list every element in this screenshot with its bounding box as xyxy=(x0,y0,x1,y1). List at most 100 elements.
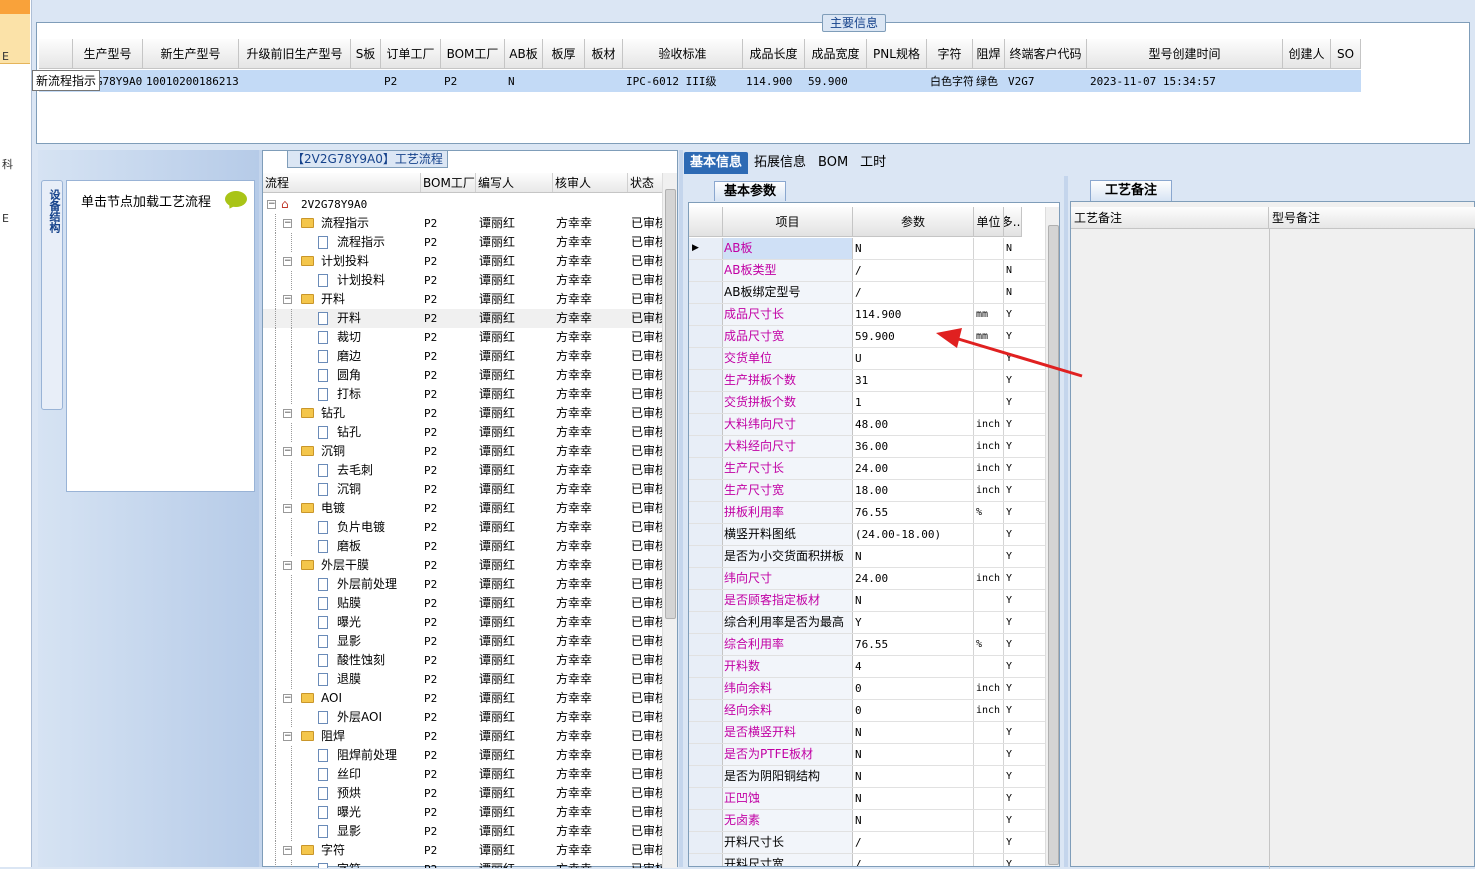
main-col-header[interactable]: BOM工厂 xyxy=(441,39,505,69)
tree-row[interactable]: 贴膜 P2 谭丽红 方幸幸 已审核 xyxy=(263,594,663,613)
param-row[interactable]: 大料经向尺寸 36.00 inch Y xyxy=(689,436,1045,458)
expand-toggle-icon[interactable]: − xyxy=(283,561,292,570)
nav-tab-active[interactable] xyxy=(0,0,30,14)
main-col-header[interactable]: 字符 xyxy=(927,39,973,69)
tree-row[interactable]: 流程指示 P2 谭丽红 方幸幸 已审核 xyxy=(263,233,663,252)
main-col-header[interactable]: 型号创建时间 xyxy=(1087,39,1283,69)
main-col-header[interactable]: 创建人 xyxy=(1283,39,1331,69)
tree-row[interactable]: − AOI P2 谭丽红 方幸幸 已审核 xyxy=(263,689,663,708)
tab-bom[interactable]: BOM xyxy=(812,152,854,174)
tree-row[interactable]: 磨边 P2 谭丽红 方幸幸 已审核 xyxy=(263,347,663,366)
param-value[interactable]: N xyxy=(853,788,974,809)
vtab-equipment[interactable]: 设备结构 xyxy=(41,180,63,410)
param-value[interactable]: 36.00 xyxy=(853,436,974,457)
tree-row[interactable]: − 沉铜 P2 谭丽红 方幸幸 已审核 xyxy=(263,442,663,461)
tree-node[interactable]: − 流程指示 xyxy=(263,214,421,233)
main-col-header[interactable]: 终端客户代码 xyxy=(1005,39,1087,69)
tree-row[interactable]: 开料 P2 谭丽红 方幸幸 已审核 xyxy=(263,309,663,328)
process-col-header[interactable]: 核审人 xyxy=(553,173,628,192)
load-process-label[interactable]: 单击节点加载工艺流程 xyxy=(81,191,211,210)
expand-toggle-icon[interactable]: − xyxy=(283,409,292,418)
param-value[interactable]: 0 xyxy=(853,700,974,721)
main-col-header[interactable]: S板 xyxy=(351,39,381,69)
tree-row[interactable]: − 字符 P2 谭丽红 方幸幸 已审核 xyxy=(263,841,663,860)
tree-row[interactable]: 曝光 P2 谭丽红 方幸幸 已审核 xyxy=(263,803,663,822)
remarks-col-header[interactable]: 工艺备注 xyxy=(1071,207,1269,228)
main-col-header[interactable]: SO xyxy=(1331,39,1361,69)
main-col-header[interactable]: 订单工厂 xyxy=(381,39,441,69)
tree-row[interactable]: 外层前处理 P2 谭丽红 方幸幸 已审核 xyxy=(263,575,663,594)
param-row[interactable]: ▶ AB板 N N xyxy=(689,238,1045,260)
tree-row[interactable]: 圆角 P2 谭丽红 方幸幸 已审核 xyxy=(263,366,663,385)
tab-extend[interactable]: 拓展信息 xyxy=(748,152,812,174)
main-col-header[interactable]: PNL规格 xyxy=(867,39,927,69)
expand-toggle-icon[interactable]: − xyxy=(283,846,292,855)
tree-node[interactable]: 计划投料 xyxy=(263,271,421,290)
tree-row[interactable]: − 计划投料 P2 谭丽红 方幸幸 已审核 xyxy=(263,252,663,271)
tree-node[interactable]: 沉铜 xyxy=(263,480,421,499)
param-value[interactable]: 18.00 xyxy=(853,480,974,501)
process-col-header[interactable]: BOM工厂 xyxy=(421,173,476,192)
tree-row[interactable]: − 外层干膜 P2 谭丽红 方幸幸 已审核 xyxy=(263,556,663,575)
tree-row[interactable]: 负片电镀 P2 谭丽红 方幸幸 已审核 xyxy=(263,518,663,537)
main-col-header[interactable]: 阻焊 xyxy=(973,39,1005,69)
param-value[interactable]: 24.00 xyxy=(853,568,974,589)
expand-toggle-icon[interactable]: − xyxy=(267,200,276,209)
param-row[interactable]: 综合利用率 76.55% Y xyxy=(689,634,1045,656)
tree-node[interactable]: − 阻焊 xyxy=(263,727,421,746)
param-row[interactable]: 拼板利用率 76.55% Y xyxy=(689,502,1045,524)
main-col-header[interactable]: 生产型号 xyxy=(73,39,143,69)
expand-toggle-icon[interactable]: − xyxy=(283,732,292,741)
param-value[interactable]: 31 xyxy=(853,370,974,391)
main-col-header[interactable]: 板材 xyxy=(585,39,623,69)
tab-hours[interactable]: 工时 xyxy=(854,152,892,174)
tree-node[interactable]: 贴膜 xyxy=(263,594,421,613)
param-value[interactable]: / xyxy=(853,282,974,303)
param-row[interactable]: 经向余料 0 inch Y xyxy=(689,700,1045,722)
param-value[interactable]: 1 xyxy=(853,392,974,413)
tree-node[interactable]: 钻孔 xyxy=(263,423,421,442)
param-row[interactable]: 是否横竖开料 N Y xyxy=(689,722,1045,744)
param-row[interactable]: 生产拼板个数 31 Y xyxy=(689,370,1045,392)
param-value[interactable]: 4 xyxy=(853,656,974,677)
tab-process-remarks[interactable]: 工艺备注 xyxy=(1090,180,1173,201)
tab-basic[interactable]: 基本信息 xyxy=(684,152,749,174)
tree-row[interactable]: 沉铜 P2 谭丽红 方幸幸 已审核 xyxy=(263,480,663,499)
param-row[interactable]: 纬向余料 0 inch Y xyxy=(689,678,1045,700)
tree-node[interactable]: 丝印 xyxy=(263,765,421,784)
tree-row[interactable]: 退膜 P2 谭丽红 方幸幸 已审核 xyxy=(263,670,663,689)
tree-node[interactable]: 曝光 xyxy=(263,803,421,822)
splitter-mid[interactable] xyxy=(679,150,683,867)
tree-row[interactable]: − 开料 P2 谭丽红 方幸幸 已审核 xyxy=(263,290,663,309)
process-scrollbar[interactable] xyxy=(662,173,677,868)
tree-row[interactable]: 丝印 P2 谭丽红 方幸幸 已审核 xyxy=(263,765,663,784)
param-row[interactable]: 正凹蚀 N Y xyxy=(689,788,1045,810)
tree-node[interactable]: 外层前处理 xyxy=(263,575,421,594)
param-row[interactable]: 无卤素 N Y xyxy=(689,810,1045,832)
param-value[interactable]: N xyxy=(853,238,974,259)
tree-row[interactable]: 去毛刺 P2 谭丽红 方幸幸 已审核 xyxy=(263,461,663,480)
process-col-header[interactable]: 编写人 xyxy=(476,173,553,192)
remarks-col-header[interactable]: 型号备注 xyxy=(1269,207,1475,228)
tree-node[interactable]: − 计划投料 xyxy=(263,252,421,271)
main-col-header[interactable]: AB板 xyxy=(505,39,543,69)
param-value[interactable]: N xyxy=(853,744,974,765)
expand-toggle-icon[interactable]: − xyxy=(283,219,292,228)
tree-row[interactable]: 显影 P2 谭丽红 方幸幸 已审核 xyxy=(263,632,663,651)
tree-row[interactable]: 磨板 P2 谭丽红 方幸幸 已审核 xyxy=(263,537,663,556)
main-col-header[interactable]: 板厚 xyxy=(543,39,585,69)
tree-node[interactable]: − 钻孔 xyxy=(263,404,421,423)
param-row[interactable]: 横竖开料图纸 (24.00-18.00) Y xyxy=(689,524,1045,546)
tree-node[interactable]: 负片电镀 xyxy=(263,518,421,537)
param-row[interactable]: 交货单位 U Y xyxy=(689,348,1045,370)
tree-row[interactable]: 外层AOI P2 谭丽红 方幸幸 已审核 xyxy=(263,708,663,727)
param-value[interactable]: N xyxy=(853,546,974,567)
main-col-header[interactable]: 升级前旧生产型号 xyxy=(239,39,351,69)
param-value[interactable]: 76.55 xyxy=(853,502,974,523)
tree-node[interactable]: 开料 xyxy=(263,309,421,328)
tree-node[interactable]: − AOI xyxy=(263,689,421,708)
tree-node[interactable]: 酸性蚀刻 xyxy=(263,651,421,670)
param-row[interactable]: 是否为小交货面积拼板 N Y xyxy=(689,546,1045,568)
tree-row[interactable]: 曝光 P2 谭丽红 方幸幸 已审核 xyxy=(263,613,663,632)
tree-node[interactable]: 去毛刺 xyxy=(263,461,421,480)
